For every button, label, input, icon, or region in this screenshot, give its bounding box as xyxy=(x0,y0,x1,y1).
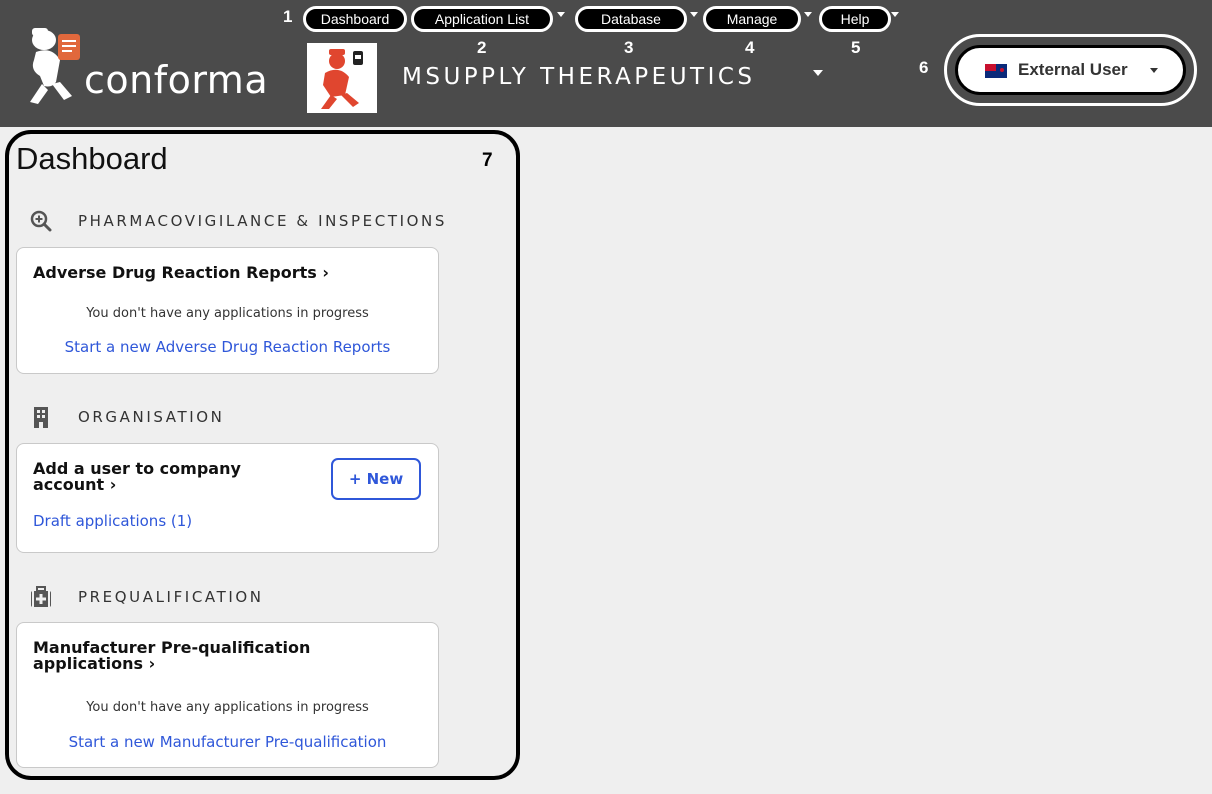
nav-application-list[interactable]: Application List xyxy=(411,6,553,32)
conforma-logo[interactable]: conforma xyxy=(22,20,292,110)
logo-text: conforma xyxy=(84,58,269,102)
chevron-down-icon[interactable] xyxy=(891,12,899,17)
callout-7: 7 xyxy=(482,150,493,171)
card-title-link[interactable]: Manufacturer Pre-qualification applicati… xyxy=(33,640,310,672)
app-header: conforma MSUPPLY THERAPEUTICS 1 Dashboar… xyxy=(0,0,1212,127)
new-button[interactable]: + New xyxy=(331,458,421,500)
section-prequalification: PREQUALIFICATION xyxy=(30,586,350,610)
nav-database[interactable]: Database xyxy=(575,6,687,32)
card-title-link[interactable]: Adverse Drug Reaction Reports › xyxy=(33,265,329,281)
organisation-selector[interactable]: MSUPPLY THERAPEUTICS xyxy=(402,64,756,90)
section-pharmacovigilance: PHARMACOVIGILANCE & INSPECTIONS xyxy=(30,210,500,234)
callout-5: 5 xyxy=(851,38,861,57)
chevron-down-icon[interactable] xyxy=(1150,68,1158,73)
chevron-down-icon[interactable] xyxy=(690,12,698,17)
nav-manage[interactable]: Manage xyxy=(703,6,801,32)
building-icon xyxy=(34,407,48,428)
start-new-link[interactable]: Start a new Adverse Drug Reaction Report… xyxy=(17,338,438,356)
chevron-down-icon[interactable] xyxy=(557,12,565,17)
card-add-user: Add a user to company account › + New Dr… xyxy=(16,443,439,553)
callout-4: 4 xyxy=(745,38,755,57)
card-note: You don't have any applications in progr… xyxy=(86,700,369,715)
user-label[interactable]: External User xyxy=(1018,60,1128,80)
waiter-figure-icon xyxy=(30,28,80,104)
medical-kit-icon xyxy=(31,586,51,607)
magnify-plus-icon xyxy=(30,210,52,232)
callout-3: 3 xyxy=(624,38,634,57)
section-label: ORGANISATION xyxy=(78,408,225,426)
section-label: PREQUALIFICATION xyxy=(78,588,264,606)
nz-flag-icon xyxy=(985,64,1007,78)
page-title: Dashboard xyxy=(16,141,168,176)
chevron-down-icon[interactable] xyxy=(804,12,812,17)
callout-6: 6 xyxy=(919,58,929,77)
organisation-logo xyxy=(307,43,377,113)
card-manufacturer-prequalification: Manufacturer Pre-qualification applicati… xyxy=(16,622,439,768)
section-label: PHARMACOVIGILANCE & INSPECTIONS xyxy=(78,212,447,230)
nav-help[interactable]: Help xyxy=(819,6,891,32)
chevron-down-icon[interactable] xyxy=(813,70,823,76)
card-title-link[interactable]: Add a user to company account › xyxy=(33,461,241,493)
callout-2: 2 xyxy=(477,38,487,57)
card-note: You don't have any applications in progr… xyxy=(86,306,369,321)
callout-1: 1 xyxy=(283,7,293,26)
start-new-link[interactable]: Start a new Manufacturer Pre-qualificati… xyxy=(17,733,438,751)
section-organisation: ORGANISATION xyxy=(30,406,330,430)
card-adverse-drug-reaction: Adverse Drug Reaction Reports › You don'… xyxy=(16,247,439,374)
msupply-mascot-icon xyxy=(321,49,363,109)
draft-applications-link[interactable]: Draft applications (1) xyxy=(33,512,192,530)
nav-dashboard[interactable]: Dashboard xyxy=(303,6,407,32)
